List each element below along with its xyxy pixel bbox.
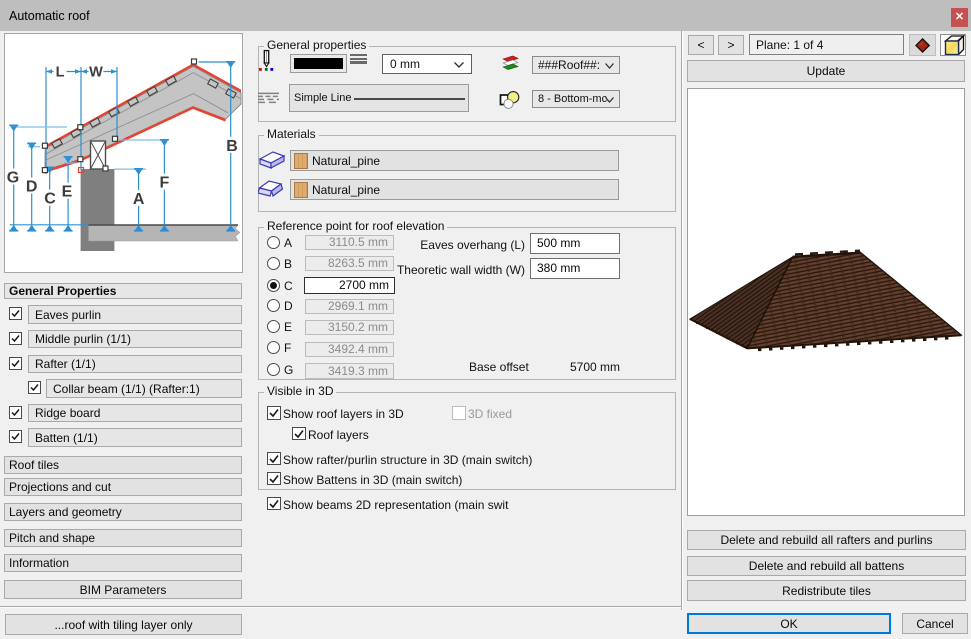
svg-text:E: E [62,184,73,201]
svg-text:D: D [26,179,38,196]
svg-text:L: L [56,65,65,81]
svg-text:G: G [7,170,19,187]
svg-text:B: B [226,138,238,155]
svg-text:C: C [44,191,56,208]
svg-text:A: A [133,191,145,208]
svg-text:W: W [89,65,103,81]
svg-text:F: F [160,175,170,192]
